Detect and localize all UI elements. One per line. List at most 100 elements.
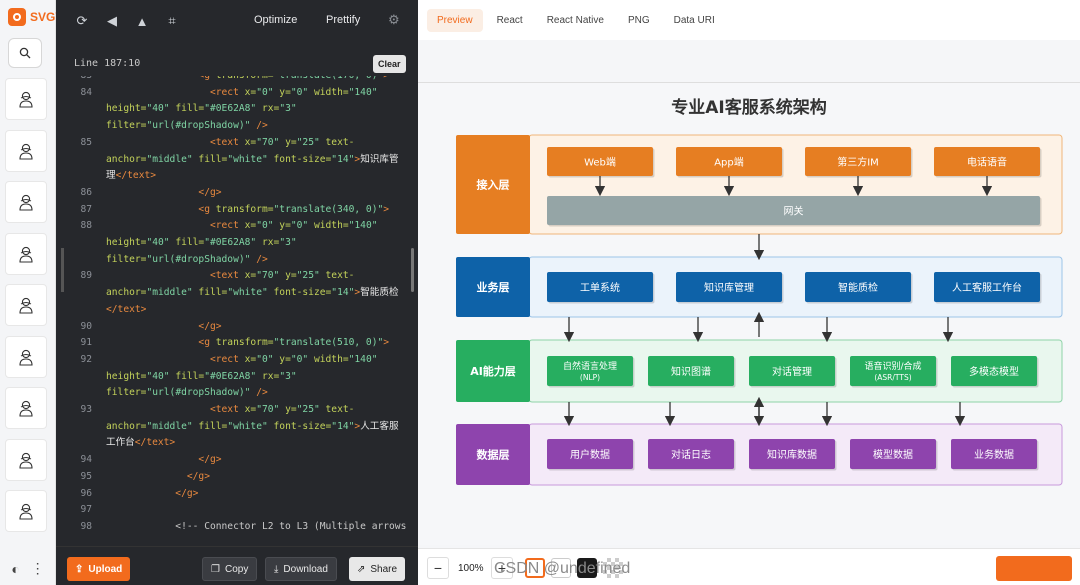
box-label: 知识库数据 bbox=[767, 448, 817, 461]
svg-thumbnail[interactable] bbox=[5, 78, 47, 120]
code-line: <g transform="translate(510, 0)"> bbox=[106, 337, 390, 349]
box-label: 第三方IM bbox=[837, 156, 879, 169]
data-item: 模型数据 bbox=[850, 439, 938, 471]
code-line: height="40" fill="#0E62A8" rx="3" bbox=[106, 370, 297, 382]
code-line: </g> bbox=[106, 320, 222, 332]
code-line: anchor="middle" fill="white" font-size="… bbox=[106, 420, 399, 432]
svg-thumbnail[interactable] bbox=[5, 335, 47, 378]
rail-bottom: ◐ ⋮ bbox=[0, 552, 56, 585]
line-number: 87 bbox=[80, 203, 92, 215]
code-line: <text x="70" y="25" text- bbox=[106, 270, 355, 282]
line-number: 84 bbox=[80, 86, 92, 98]
preview-tabs: Preview React React Native PNG Data URI bbox=[418, 0, 1080, 40]
box-label: 对话日志 bbox=[671, 448, 711, 461]
zoom-level: 100% bbox=[458, 563, 484, 574]
copy-button[interactable]: ❐ Copy bbox=[202, 557, 258, 581]
business-item: 知识库管理 bbox=[676, 272, 784, 304]
gateway-box: 网关 bbox=[547, 196, 1042, 227]
tab-data-uri[interactable]: Data URI bbox=[664, 9, 725, 32]
ai-item: 自然语言处理(NLP) bbox=[547, 356, 635, 388]
business-item: 人工客服工作台 bbox=[934, 272, 1042, 304]
code-area[interactable]: 83 <g transform="translate(170, 0)"> 84 <… bbox=[56, 76, 418, 546]
upload-icon: ⇪ bbox=[75, 563, 84, 575]
svg-thumbnail[interactable] bbox=[5, 490, 47, 532]
watermark: CSDN @undefined bbox=[494, 560, 631, 577]
flip-vertical-icon[interactable]: ▲ bbox=[134, 14, 150, 29]
code-line: </text> bbox=[106, 303, 147, 315]
line-number: 83 bbox=[56, 76, 92, 85]
tab-react[interactable]: React bbox=[487, 9, 533, 32]
person-icon bbox=[19, 297, 33, 314]
box-label: (ASR/TTS) bbox=[874, 373, 911, 382]
line-number: 93 bbox=[80, 404, 92, 415]
theme-icon[interactable]: ◐ bbox=[11, 561, 19, 577]
svg-thumbnail[interactable] bbox=[5, 284, 47, 326]
brand-logo[interactable]: SVGV bbox=[8, 8, 56, 26]
box-label: 工单系统 bbox=[580, 281, 620, 294]
code-line: <text x="70" y="25" text- bbox=[106, 136, 355, 148]
line-number: 86 bbox=[80, 186, 92, 198]
person-icon bbox=[19, 503, 33, 520]
data-item: 知识库数据 bbox=[749, 439, 837, 471]
line-number: 88 bbox=[80, 220, 92, 232]
svg-thumbnail[interactable] bbox=[5, 438, 47, 481]
code-line: </g> bbox=[106, 470, 210, 482]
download-png-button[interactable] bbox=[996, 556, 1072, 581]
svg-thumbnail[interactable] bbox=[5, 129, 47, 172]
box-label: 自然语言处理 bbox=[563, 360, 617, 372]
line-number: 91 bbox=[80, 337, 92, 349]
line-number: 94 bbox=[80, 454, 92, 466]
layer-2-label: 业务层 bbox=[477, 280, 510, 294]
share-icon: ⇗ bbox=[357, 563, 366, 575]
ai-item: 语音识别/合成(ASR/TTS) bbox=[850, 356, 938, 388]
box-label: 网关 bbox=[784, 205, 804, 218]
tab-preview[interactable]: Preview bbox=[427, 8, 483, 32]
code-line: <text x="70" y="25" text- bbox=[106, 404, 355, 415]
line-number: 95 bbox=[80, 470, 92, 482]
flip-horizontal-icon[interactable]: ◀ bbox=[104, 13, 120, 29]
crop-icon[interactable]: ⌗ bbox=[164, 13, 180, 29]
line-number: 98 bbox=[80, 520, 92, 532]
person-icon bbox=[19, 91, 33, 108]
preview-panel: Preview React React Native PNG Data URI 专业AI… bbox=[418, 0, 1080, 585]
copy-icon: ❐ bbox=[211, 563, 220, 575]
svg-thumbnail[interactable] bbox=[5, 181, 47, 223]
upload-button[interactable]: ⇪ Upload bbox=[67, 557, 131, 581]
line-number: 97 bbox=[80, 504, 92, 516]
zoom-out-button[interactable]: − bbox=[427, 557, 449, 579]
code-line: filter="url(#dropShadow)" /> bbox=[106, 120, 268, 132]
svg-thumbnail[interactable] bbox=[5, 387, 47, 429]
box-label: 对话管理 bbox=[772, 365, 812, 378]
svg-thumbnail[interactable] bbox=[5, 232, 47, 275]
copy-label: Copy bbox=[224, 563, 249, 575]
gear-icon[interactable]: ⚙ bbox=[388, 12, 400, 28]
code-line: height="40" fill="#0E62A8" rx="3" bbox=[106, 237, 297, 248]
box-label: App端 bbox=[714, 156, 744, 169]
more-icon[interactable]: ⋮ bbox=[31, 560, 45, 577]
left-rail: SVGV ◐ ⋮ bbox=[0, 0, 56, 585]
refresh-icon[interactable]: ⟳ bbox=[74, 13, 90, 29]
code-editor-panel: ⟳ ◀ ▲ ⌗ Optimize Prettify ⚙ Line 187:10 … bbox=[56, 0, 418, 585]
code-line: <rect x="0" y="0" width="140" bbox=[106, 353, 378, 365]
box-label: 语音识别/合成 bbox=[864, 360, 921, 372]
tab-png[interactable]: PNG bbox=[618, 9, 660, 32]
code-line: filter="url(#dropShadow)" /> bbox=[106, 387, 268, 399]
download-icon: ⤓ bbox=[274, 563, 279, 575]
layer-4-label: 数据层 bbox=[477, 448, 510, 462]
data-item: 业务数据 bbox=[951, 439, 1039, 471]
code-line: 理</text> bbox=[106, 170, 157, 182]
optimize-button[interactable]: Optimize bbox=[254, 14, 297, 26]
person-icon bbox=[19, 452, 33, 469]
layer-1-label: 接入层 bbox=[477, 178, 510, 192]
search-button[interactable] bbox=[8, 38, 42, 68]
prettify-button[interactable]: Prettify bbox=[326, 14, 360, 26]
box-label: 知识图谱 bbox=[671, 365, 711, 378]
tab-react-native[interactable]: React Native bbox=[537, 9, 614, 32]
editor-scrollbar[interactable] bbox=[411, 248, 414, 292]
clear-button[interactable]: Clear bbox=[373, 55, 406, 73]
download-button[interactable]: ⤓ Download bbox=[265, 557, 337, 581]
share-button[interactable]: ⇗ Share bbox=[349, 557, 406, 581]
box-label: 知识库管理 bbox=[704, 281, 754, 294]
code-line: 工作台</text> bbox=[106, 437, 176, 449]
box-label: 用户数据 bbox=[570, 448, 610, 461]
